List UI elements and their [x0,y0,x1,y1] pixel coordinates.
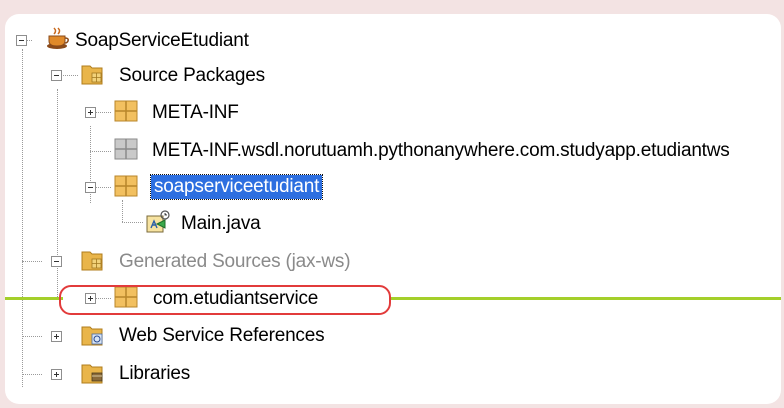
package-icon [114,100,138,122]
coffee-cup-icon [47,27,69,49]
tree-node-meta-inf-wsdl[interactable]: META-INF.wsdl.norutuamh.pythonanywhere.c… [152,132,730,169]
meta-inf-expand-toggle[interactable] [85,107,96,118]
tree-node-web-service-references[interactable]: Web Service References [119,317,325,354]
web-service-folder-icon [81,326,103,346]
annotation-line-right [389,297,781,300]
tree-guide-line [90,151,111,152]
tree-guide-line [22,374,42,375]
project-collapse-toggle[interactable] [16,35,27,46]
tree-guide-line [122,222,143,223]
libraries-folder-icon [81,364,103,384]
tree-guide-line [22,336,42,337]
source-packages-folder-icon [81,65,103,85]
tree-guide-line [22,261,42,262]
tree-node-soapserviceetudiant[interactable]: soapserviceetudiant [149,168,324,205]
package-icon [114,175,138,197]
tree-guide-line [122,200,123,222]
soapserviceetudiant-collapse-toggle[interactable] [85,182,96,193]
node-label: Libraries [119,362,191,384]
web-service-references-expand-toggle[interactable] [51,331,62,342]
node-label: soapserviceetudiant [149,173,324,200]
source-packages-collapse-toggle[interactable] [51,70,62,81]
tree-guide-line [57,89,58,255]
tree-node-libraries[interactable]: Libraries [119,355,190,392]
project-tree: SoapServiceEtudiant Source Packages META… [5,14,781,404]
node-label: SoapServiceEtudiant [75,29,249,51]
tree-node-project[interactable]: SoapServiceEtudiant [75,22,249,59]
tree-node-meta-inf[interactable]: META-INF [152,94,239,131]
generated-sources-folder-icon [81,251,103,271]
empty-package-icon [114,138,138,160]
java-class-icon [146,210,170,233]
tree-node-main-java[interactable]: Main.java [181,205,261,242]
project-tree-panel: SoapServiceEtudiant Source Packages META… [5,14,781,404]
annotation-line-left [5,297,63,300]
libraries-expand-toggle[interactable] [51,369,62,380]
node-label: META-INF.wsdl.norutuamh.pythonanywhere.c… [152,139,730,161]
node-label: Web Service References [119,324,325,346]
tree-guide-line [57,264,58,299]
tree-node-generated-sources[interactable]: Generated Sources (jax-ws) [119,243,351,280]
node-label: Source Packages [119,64,265,86]
node-label: Main.java [181,212,261,234]
node-label: Generated Sources (jax-ws) [119,250,351,272]
tree-node-source-packages[interactable]: Source Packages [119,57,265,94]
node-label: META-INF [152,101,239,123]
annotation-circle [59,285,391,315]
generated-sources-collapse-toggle[interactable] [51,256,62,267]
